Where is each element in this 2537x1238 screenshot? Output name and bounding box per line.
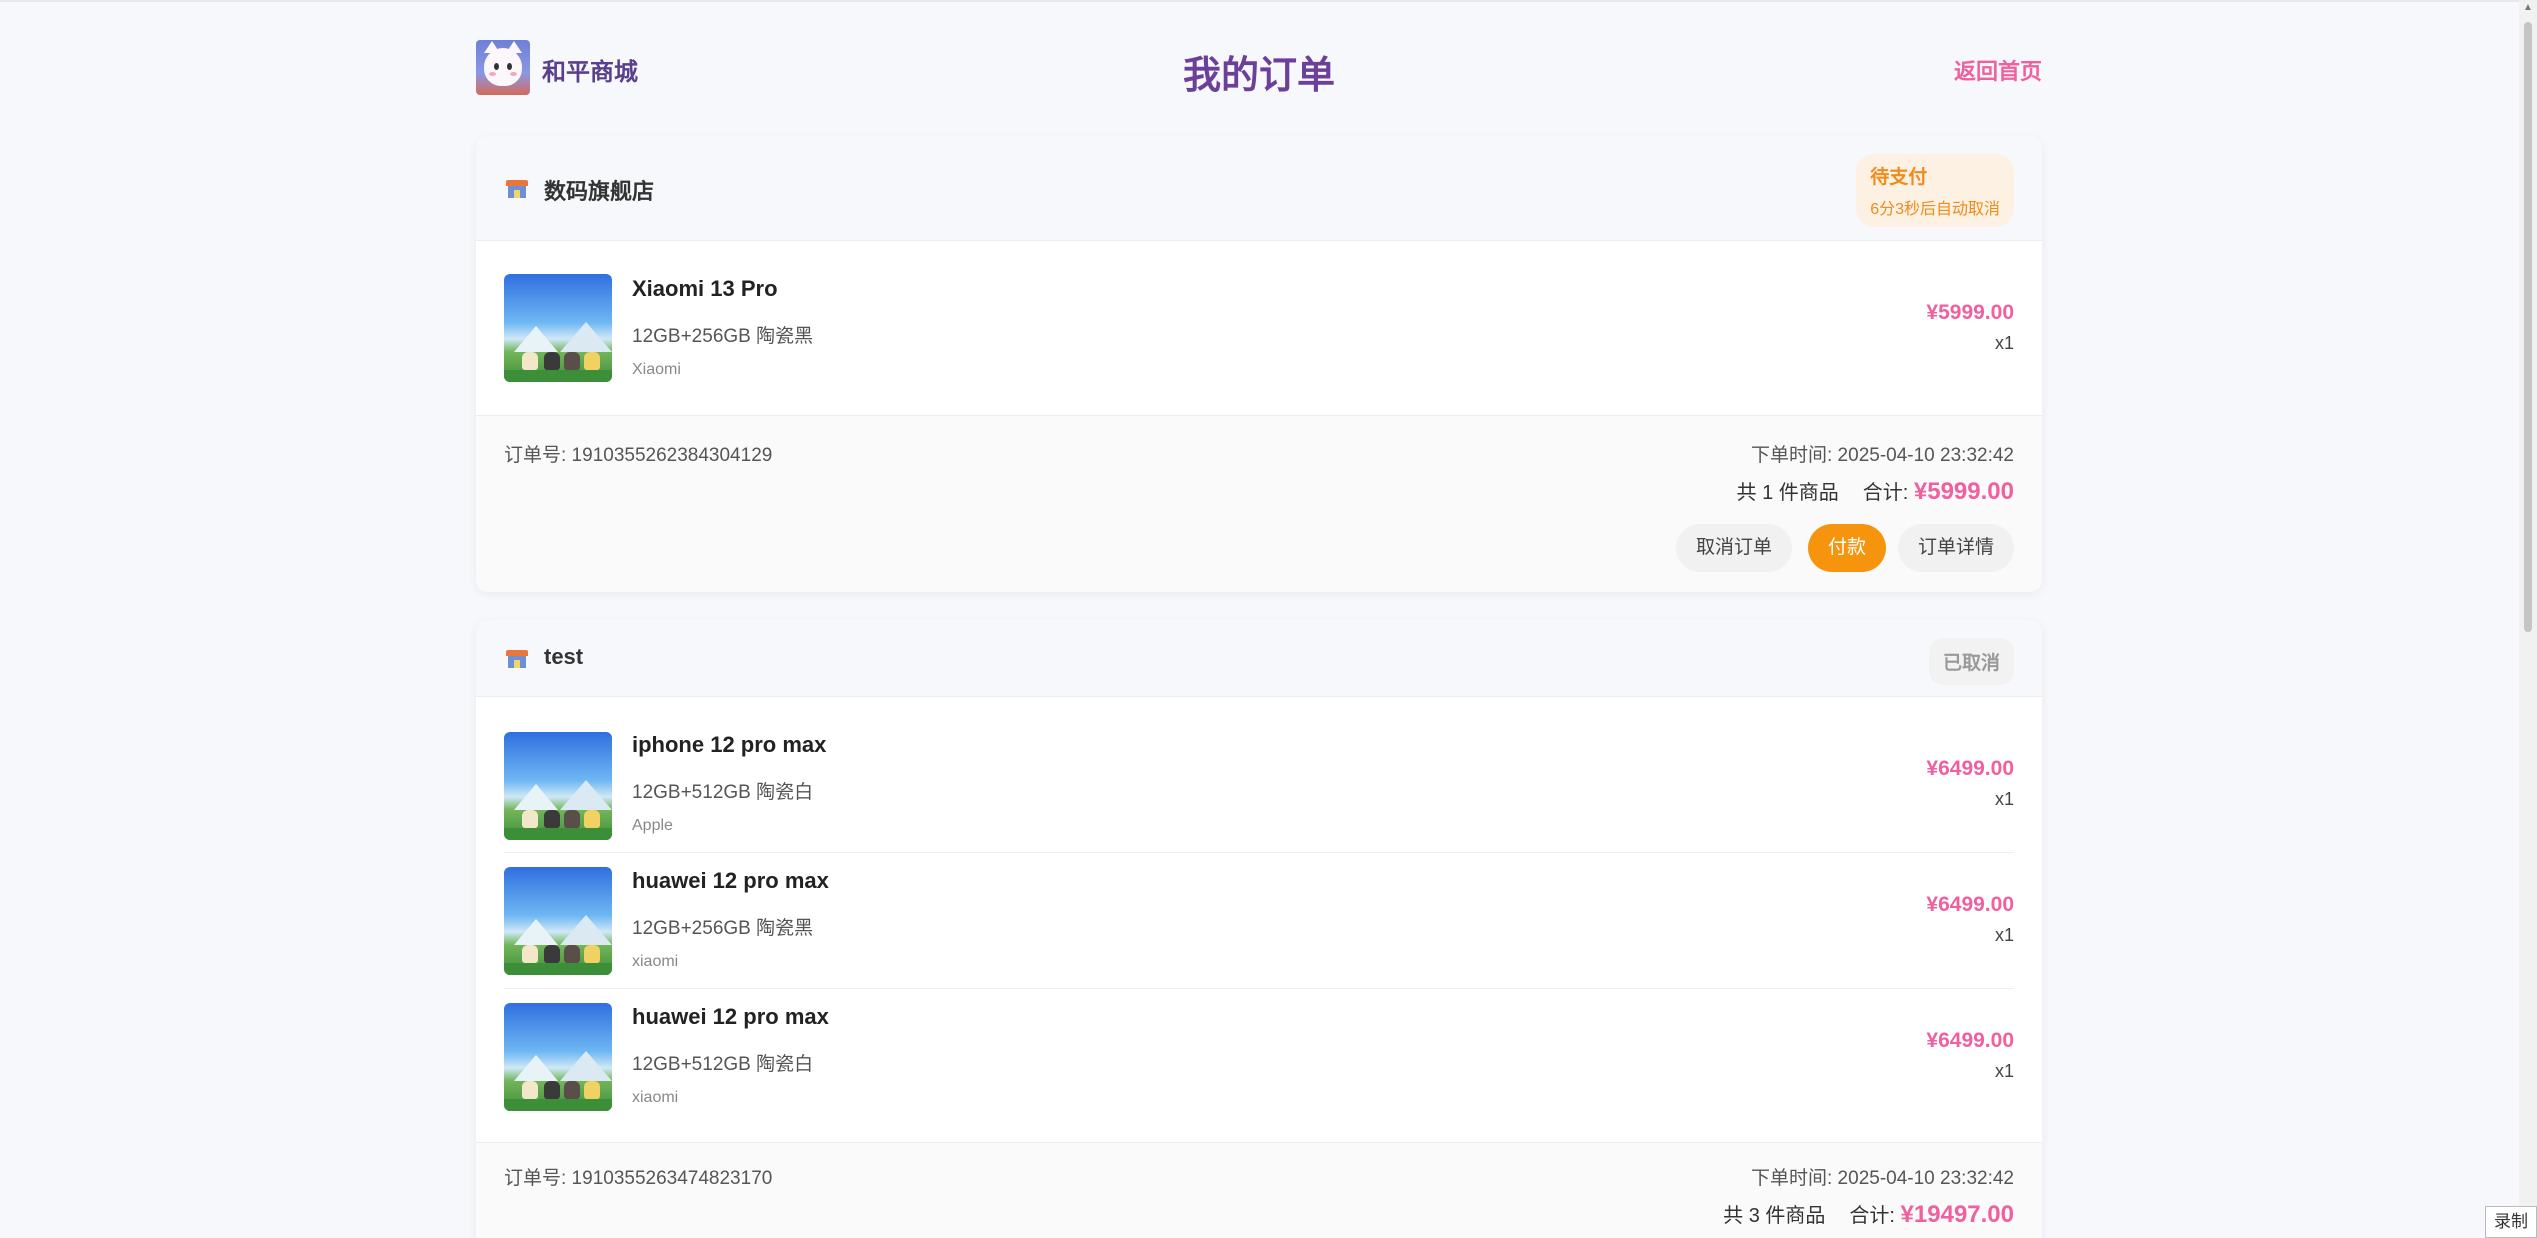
product-image[interactable] — [504, 1003, 612, 1111]
product-brand: xiaomi — [632, 1089, 679, 1106]
order-card: 数码旗舰店 待支付 6分3秒后自动取消 Xiaomi 13 Pro 12GB+2… — [476, 136, 2042, 592]
top-divider — [0, 0, 2537, 2]
store-name[interactable]: test — [544, 644, 583, 670]
product-quantity: x1 — [1994, 1061, 2014, 1081]
order-total: ¥19497.00 — [1900, 1201, 2014, 1228]
product-brand: Apple — [632, 817, 673, 834]
countdown-text: 6分3秒后自动取消 — [1870, 201, 2000, 218]
item-count: 共 1 件商品 — [1736, 482, 1839, 504]
order-item[interactable]: Xiaomi 13 Pro 12GB+256GB 陶瓷黑 Xiaomi ¥599… — [504, 241, 2014, 415]
product-spec: 12GB+512GB 陶瓷白 — [632, 782, 814, 803]
order-summary: 共 3 件商品 合计: ¥19497.00 — [1723, 1199, 2014, 1229]
product-name: iphone 12 pro max — [632, 732, 827, 757]
order-detail-button[interactable]: 订单详情 — [1898, 524, 2014, 572]
vertical-scrollbar[interactable]: ▲ — [2519, 0, 2537, 1238]
product-price: ¥6499.00 — [1926, 757, 2014, 780]
store-name[interactable]: 数码旗舰店 — [544, 174, 654, 206]
product-quantity: x1 — [1994, 789, 2014, 809]
total-label: 合计: — [1849, 1205, 1895, 1227]
order-footer: 订单号: 1910355263474823170 下单时间: 2025-04-1… — [476, 1142, 2042, 1238]
product-name: huawei 12 pro max — [632, 868, 829, 893]
order-number: 订单号: 1910355263474823170 — [504, 1168, 773, 1189]
pay-button[interactable]: 付款 — [1808, 524, 1886, 572]
product-image[interactable] — [504, 732, 612, 840]
product-price: ¥5999.00 — [1926, 301, 2014, 324]
order-time: 下单时间: 2025-04-10 23:32:42 — [1751, 445, 2014, 466]
status-badge: 已取消 — [1928, 638, 2014, 685]
order-footer: 订单号: 1910355262384304129 下单时间: 2025-04-1… — [476, 415, 2042, 592]
status-text: 待支付 — [1870, 167, 1928, 188]
product-spec: 12GB+256GB 陶瓷黑 — [632, 326, 814, 347]
order-item[interactable]: iphone 12 pro max 12GB+512GB 陶瓷白 Apple ¥… — [504, 697, 2014, 852]
store-icon — [506, 650, 528, 668]
product-image[interactable] — [504, 274, 612, 382]
cancel-order-button[interactable]: 取消订单 — [1676, 524, 1792, 572]
cat-logo-icon — [484, 41, 522, 86]
order-header: test 已取消 — [476, 620, 2042, 697]
product-quantity: x1 — [1994, 925, 2014, 945]
home-link[interactable]: 返回首页 — [1954, 54, 2042, 86]
item-count: 共 3 件商品 — [1723, 1205, 1826, 1227]
order-item[interactable]: huawei 12 pro max 12GB+512GB 陶瓷白 xiaomi … — [504, 988, 2014, 1142]
product-quantity: x1 — [1994, 333, 2014, 353]
product-price: ¥6499.00 — [1926, 1029, 2014, 1052]
product-spec: 12GB+512GB 陶瓷白 — [632, 1054, 814, 1075]
record-button[interactable]: 录制 — [2485, 1206, 2537, 1238]
product-price: ¥6499.00 — [1926, 893, 2014, 916]
product-image[interactable] — [504, 867, 612, 975]
order-item[interactable]: huawei 12 pro max 12GB+256GB 陶瓷黑 xiaomi … — [504, 852, 2014, 988]
order-summary: 共 1 件商品 合计: ¥5999.00 — [1737, 476, 2014, 506]
order-card: test 已取消 iphone 12 pro max 12GB+512GB 陶瓷… — [476, 620, 2042, 1238]
scroll-up-arrow-icon[interactable]: ▲ — [2523, 2, 2533, 13]
order-number: 订单号: 1910355262384304129 — [504, 445, 773, 466]
product-brand: xiaomi — [632, 953, 679, 970]
product-spec: 12GB+256GB 陶瓷黑 — [632, 918, 814, 939]
status-badge: 待支付 6分3秒后自动取消 — [1856, 154, 2014, 227]
order-total: ¥5999.00 — [1913, 478, 2014, 505]
order-time: 下单时间: 2025-04-10 23:32:42 — [1751, 1168, 2014, 1189]
brand-name[interactable]: 和平商城 — [542, 52, 638, 87]
page: 和平商城 我的订单 返回首页 数码旗舰店 待支付 6分3秒后自动取消 Xiaom… — [0, 0, 2537, 1238]
page-title: 我的订单 — [1182, 55, 1335, 97]
brand-logo[interactable] — [476, 40, 530, 95]
store-icon — [506, 180, 528, 198]
total-label: 合计: — [1862, 482, 1909, 504]
order-header: 数码旗舰店 待支付 6分3秒后自动取消 — [476, 136, 2042, 241]
product-name: huawei 12 pro max — [632, 1004, 829, 1029]
page-header: 和平商城 我的订单 返回首页 — [476, 40, 2042, 100]
scrollbar-thumb[interactable] — [2524, 22, 2532, 632]
product-name: Xiaomi 13 Pro — [632, 276, 778, 301]
product-brand: Xiaomi — [632, 361, 681, 378]
